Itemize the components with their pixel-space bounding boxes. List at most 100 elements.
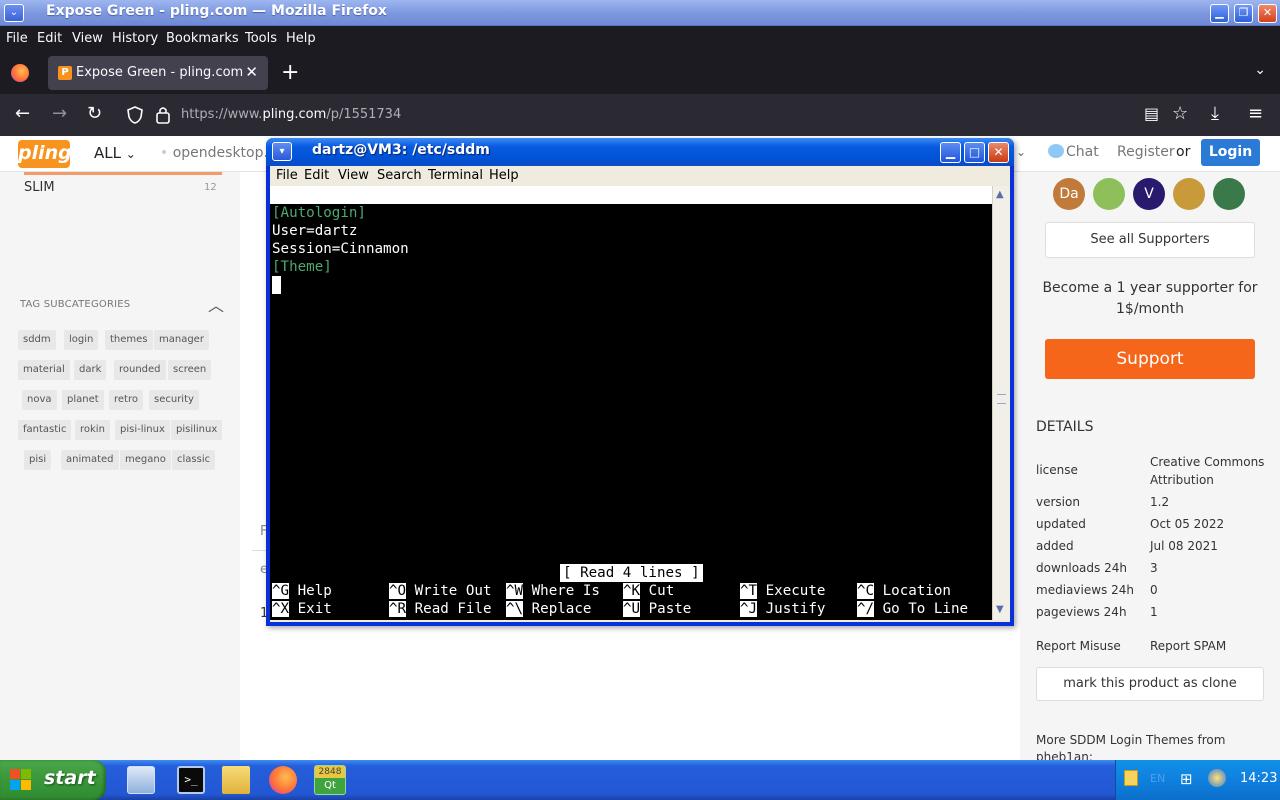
shortcut-help: ^G Help bbox=[272, 583, 332, 599]
firefox-menubar: File Edit View History Bookmarks Tools H… bbox=[0, 26, 1280, 52]
category-slim[interactable]: SLIM bbox=[24, 180, 55, 195]
url-text[interactable]: https://www.pling.com/p/1551734 bbox=[181, 107, 401, 122]
login-button[interactable]: Login bbox=[1201, 139, 1260, 166]
report-spam-link[interactable]: Report SPAM bbox=[1150, 639, 1226, 653]
avatar[interactable]: V bbox=[1133, 178, 1165, 210]
shortcut-paste: ^U Paste bbox=[623, 601, 692, 617]
terminal-menu-edit[interactable]: Edit bbox=[304, 168, 329, 183]
file-manager-icon[interactable] bbox=[127, 766, 155, 794]
menu-help[interactable]: Help bbox=[286, 31, 316, 46]
tag[interactable]: screen bbox=[168, 360, 212, 380]
menu-edit[interactable]: Edit bbox=[37, 31, 62, 46]
terminal-menu-help[interactable]: Help bbox=[489, 168, 519, 183]
terminal-menu-view[interactable]: View bbox=[338, 168, 369, 183]
window-menu-icon[interactable]: ⌄ bbox=[4, 4, 24, 22]
avatar[interactable]: Da bbox=[1053, 178, 1085, 210]
terminal-minimize-button[interactable]: ▁ bbox=[940, 142, 961, 163]
menu-tools[interactable]: Tools bbox=[245, 31, 277, 46]
clipboard-icon[interactable] bbox=[1124, 770, 1138, 786]
close-button[interactable]: ✕ bbox=[1258, 4, 1277, 23]
tag[interactable]: manager bbox=[154, 330, 209, 350]
tab-close-icon[interactable]: ✕ bbox=[245, 63, 258, 81]
reload-button[interactable]: ↻ bbox=[87, 103, 102, 124]
support-button[interactable]: Support bbox=[1045, 339, 1255, 379]
shortcut-cut: ^K Cut bbox=[623, 583, 675, 599]
terminal-window-menu-icon[interactable]: ▾ bbox=[272, 142, 292, 161]
terminal-menu-file[interactable]: File bbox=[276, 168, 298, 183]
menu-view[interactable]: View bbox=[72, 31, 103, 46]
minimize-button[interactable]: ▁ bbox=[1210, 4, 1229, 23]
terminal-close-button[interactable]: ✕ bbox=[988, 142, 1009, 163]
folder-icon[interactable] bbox=[222, 766, 250, 794]
chevron-down-icon[interactable]: ⌄ bbox=[1016, 145, 1026, 159]
tag[interactable]: megano bbox=[120, 450, 171, 470]
tag[interactable]: pisi-linux bbox=[115, 420, 170, 440]
tag[interactable]: fantastic bbox=[18, 420, 72, 440]
forward-button[interactable]: → bbox=[52, 103, 67, 124]
tag[interactable]: planet bbox=[62, 390, 104, 410]
tag[interactable]: classic bbox=[172, 450, 216, 470]
avatar[interactable] bbox=[1093, 178, 1125, 210]
firefox-taskbar-icon[interactable] bbox=[269, 766, 297, 794]
tag[interactable]: pisi bbox=[24, 450, 52, 470]
tag[interactable]: dark bbox=[74, 360, 107, 380]
see-all-supporters-button[interactable]: See all Supporters bbox=[1045, 222, 1255, 258]
tag[interactable]: pisilinux bbox=[171, 420, 223, 440]
opendesktop-link[interactable]: • opendesktop.c bbox=[160, 145, 276, 161]
pling-logo[interactable]: pling bbox=[18, 140, 72, 168]
terminal-titlebar[interactable]: ▾ dartz@VM3: /etc/sddm ▁ □ ✕ bbox=[266, 138, 1014, 166]
new-tab-button[interactable]: + bbox=[281, 60, 299, 85]
maximize-button[interactable]: ❐ bbox=[1234, 4, 1253, 23]
terminal-taskbar-icon[interactable]: >_ bbox=[177, 766, 205, 794]
firefox-view-icon[interactable] bbox=[11, 64, 29, 82]
tag[interactable]: security bbox=[149, 390, 199, 410]
app-menu-icon[interactable]: ≡ bbox=[1248, 103, 1263, 124]
register-link[interactable]: Register bbox=[1117, 144, 1175, 160]
tab-expose-green[interactable]: P Expose Green - pling.com ✕ bbox=[48, 56, 268, 90]
detail-value: Oct 05 2022 bbox=[1150, 517, 1225, 531]
report-misuse-link[interactable]: Report Misuse bbox=[1036, 639, 1121, 653]
terminal-screen[interactable]: GNU nano 6.2 /etc/sddm.conf * [Autologin… bbox=[270, 186, 992, 620]
start-button[interactable]: start bbox=[0, 760, 106, 800]
qt-app-icon[interactable]: 2848 Qt bbox=[314, 765, 346, 795]
update-icon[interactable] bbox=[1208, 769, 1226, 787]
scroll-up-arrow-icon[interactable]: ▲ bbox=[996, 189, 1004, 200]
tag[interactable]: animated bbox=[61, 450, 119, 470]
menu-bookmarks[interactable]: Bookmarks bbox=[166, 31, 239, 46]
tag[interactable]: sddm bbox=[18, 330, 56, 350]
detail-label: added bbox=[1036, 539, 1074, 553]
terminal-menu-terminal[interactable]: Terminal bbox=[428, 168, 483, 183]
tag[interactable]: material bbox=[18, 360, 70, 380]
tab-strip: P Expose Green - pling.com ✕ + ⌄ bbox=[0, 52, 1280, 94]
chevron-up-icon[interactable]: ︿ bbox=[208, 292, 224, 316]
clock[interactable]: 14:23 bbox=[1240, 771, 1277, 786]
avatar[interactable] bbox=[1173, 178, 1205, 210]
menu-file[interactable]: File bbox=[6, 31, 28, 46]
back-button[interactable]: ← bbox=[15, 103, 30, 124]
chat-link[interactable]: Chat bbox=[1048, 144, 1099, 160]
terminal-maximize-button[interactable]: □ bbox=[964, 142, 985, 163]
scroll-down-arrow-icon[interactable]: ▼ bbox=[996, 604, 1004, 615]
detail-value: 1.2 bbox=[1150, 495, 1170, 509]
language-indicator[interactable]: EN bbox=[1150, 772, 1165, 785]
bookmark-star-icon[interactable]: ☆ bbox=[1172, 103, 1188, 124]
category-slim-count: 12 bbox=[204, 182, 217, 193]
list-all-tabs-icon[interactable]: ⌄ bbox=[1254, 62, 1266, 78]
reader-view-icon[interactable]: ▤ bbox=[1144, 104, 1159, 123]
category-selector[interactable]: ALL ⌄ bbox=[94, 144, 136, 162]
scrollbar-grip[interactable] bbox=[997, 394, 1006, 404]
mark-as-clone-button[interactable]: mark this product as clone bbox=[1036, 667, 1264, 701]
avatar[interactable] bbox=[1213, 178, 1245, 210]
terminal-window[interactable]: ▾ dartz@VM3: /etc/sddm ▁ □ ✕ File Edit V… bbox=[266, 138, 1014, 626]
terminal-menu-search[interactable]: Search bbox=[377, 168, 422, 183]
network-icon[interactable]: ⊞ bbox=[1180, 770, 1193, 788]
tag[interactable]: themes bbox=[105, 330, 153, 350]
downloads-icon[interactable]: ⤓ bbox=[1211, 103, 1219, 124]
tag[interactable]: rokin bbox=[75, 420, 110, 440]
terminal-scrollbar[interactable]: ▲ ▼ bbox=[992, 186, 1010, 620]
tag[interactable]: login bbox=[64, 330, 99, 350]
tag[interactable]: rounded bbox=[114, 360, 166, 380]
menu-history[interactable]: History bbox=[112, 31, 158, 46]
tag[interactable]: retro bbox=[109, 390, 143, 410]
tag[interactable]: nova bbox=[22, 390, 57, 410]
